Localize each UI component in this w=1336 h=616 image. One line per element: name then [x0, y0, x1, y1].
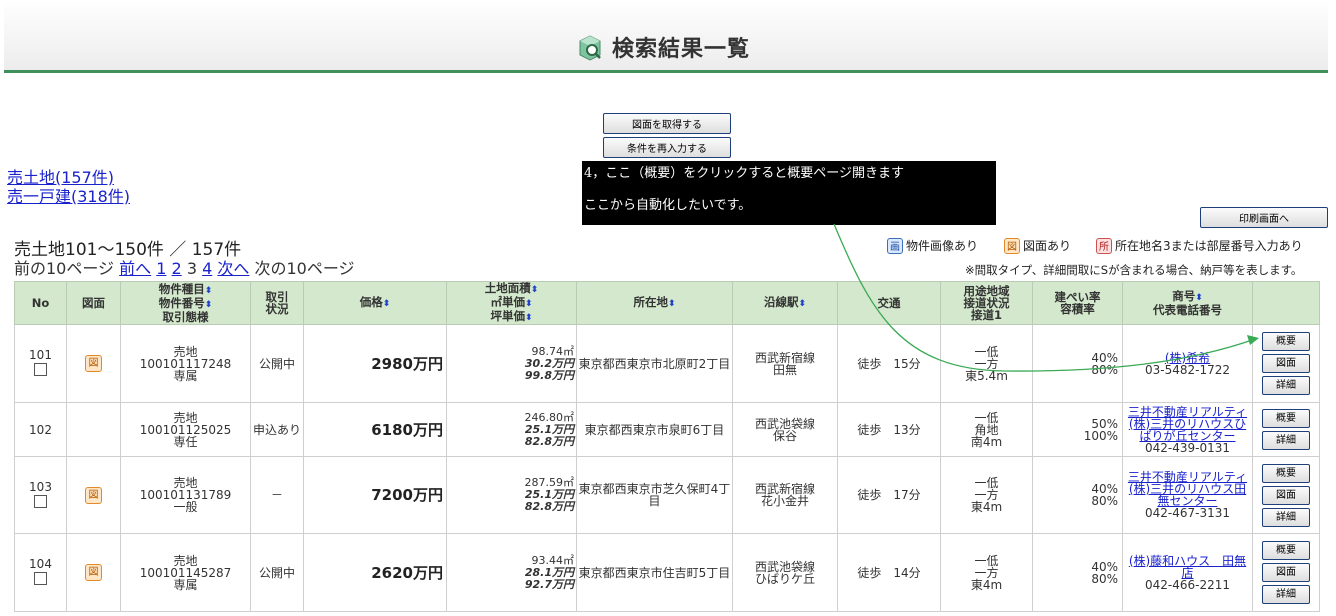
sort-icon: ⬍: [530, 285, 539, 295]
drawing-icon[interactable]: 図: [85, 355, 102, 372]
drawing-icon[interactable]: 図: [85, 486, 102, 504]
sort-icon: ⬍: [1195, 293, 1203, 303]
overview-button[interactable]: 概要: [1262, 409, 1310, 428]
header-area[interactable]: 土地面積⬍ ㎡単価⬍ 坪単価⬍: [446, 281, 577, 325]
sort-icon: ⬍: [524, 299, 533, 309]
drawing-available-icon: 図: [1004, 237, 1020, 254]
header-access: 交通: [837, 281, 941, 325]
legend-drawing-label: 図面あり: [1023, 239, 1072, 253]
header-price[interactable]: 価格⬍: [303, 281, 447, 325]
detail-button[interactable]: 詳細: [1262, 507, 1310, 527]
header-ratio: 建ぺい率 容積率: [1032, 281, 1123, 325]
detail-button[interactable]: 詳細: [1262, 431, 1310, 450]
pager-next-link[interactable]: 次へ: [217, 259, 249, 278]
overview-button[interactable]: 概要: [1262, 332, 1310, 351]
legend-address-label: 所在地名3または部屋番号入力あり: [1115, 239, 1303, 253]
category-link-house[interactable]: 売一戸建(318件): [7, 183, 130, 207]
header-shop[interactable]: 商号⬍ 代表電話番号: [1122, 281, 1253, 325]
pager-page-2[interactable]: 2: [172, 259, 182, 278]
legend-drawing: 図 図面あり: [1004, 237, 1071, 254]
pager-page-1[interactable]: 1: [156, 259, 166, 278]
header-address[interactable]: 所在地⬍: [576, 281, 733, 325]
sort-icon: ⬍: [667, 299, 676, 309]
shop-link[interactable]: 三井不動産リアルティ(株)三井のリハウス田無センター: [1128, 470, 1247, 508]
page-title-area: 検索結果一覧: [576, 30, 750, 64]
detail-button[interactable]: 詳細: [1262, 585, 1310, 604]
pager-next10: 次の10ページ: [254, 259, 355, 278]
reenter-conditions-button[interactable]: 条件を再入力する: [603, 137, 731, 158]
sort-icon: ⬍: [382, 299, 391, 309]
pager-current-page: 3: [186, 259, 197, 278]
annotation-note: 4，ここ（概要）をクリックすると概要ページ開きます ここから自動化したいです。: [582, 161, 996, 225]
row-checkbox[interactable]: [34, 494, 47, 508]
table-row: 104 図 売地 100101145287 専属 公開中 2620万円 93.44㎡…: [14, 533, 1320, 612]
header-station[interactable]: 沿線駅⬍: [732, 281, 838, 325]
pager-prev10: 前の10ページ: [14, 259, 115, 278]
sort-icon: ⬍: [204, 286, 213, 296]
overview-button[interactable]: 概要: [1262, 463, 1310, 483]
legend-address: 所 所在地名3または部屋番号入力あり: [1096, 237, 1303, 254]
header-kind[interactable]: 物件種目⬍ 物件番号⬍ 取引態様: [120, 281, 251, 325]
footnote: ※間取タイプ、詳細間取にSが含まれる場合、納戸等を表します。: [965, 263, 1303, 277]
search-results-icon: [579, 35, 601, 61]
shop-link[interactable]: (株)藤和ハウス 田無店: [1129, 554, 1246, 580]
table-row: 102 売地 100101125025 専任 申込あり 6180万円 246.80㎡…: [14, 402, 1320, 457]
results-table: No 図面 物件種目⬍ 物件番号⬍ 取引態様 取引 状況 価格⬍ 土地面積⬍ ㎡単…: [14, 281, 1320, 612]
table-row: 101 図 売地 100101117248 専属 公開中 2980万円 98.74㎡…: [14, 324, 1320, 403]
drawing-button[interactable]: 図面: [1262, 485, 1310, 505]
header-actions: [1252, 281, 1320, 325]
table-row: 103 図 売地 100101131789 一般 － 7200万円 287.59㎡ 2…: [14, 456, 1320, 534]
get-drawings-button[interactable]: 図面を取得する: [603, 113, 731, 134]
drawing-button[interactable]: 図面: [1262, 563, 1310, 582]
row-checkbox[interactable]: [34, 572, 47, 585]
annotation-line-1: 4，ここ（概要）をクリックすると概要ページ開きます: [584, 166, 905, 181]
legend-image-label: 物件画像あり: [906, 239, 979, 253]
drawing-button[interactable]: 図面: [1262, 354, 1310, 373]
sort-icon: ⬍: [524, 313, 533, 323]
row-checkbox[interactable]: [34, 363, 47, 376]
header-divider: [4, 70, 1328, 73]
address-info-icon: 所: [1096, 237, 1112, 254]
annotation-line-2: ここから自動化したいです。: [584, 198, 752, 213]
sort-icon: ⬍: [204, 300, 213, 310]
legend-image: 画 物件画像あり: [887, 237, 978, 254]
header-status: 取引 状況: [250, 281, 304, 325]
header-no: No: [14, 281, 67, 325]
shop-link[interactable]: 三井不動産リアルティ(株)三井のリハウスひばりが丘センター: [1128, 405, 1247, 443]
header-zumen: 図面: [66, 281, 121, 325]
header-zoning: 用途地域 接道状況 接道1: [940, 281, 1033, 325]
detail-button[interactable]: 詳細: [1262, 376, 1310, 395]
pager-page-4[interactable]: 4: [202, 259, 212, 278]
pager-prev-link[interactable]: 前へ: [119, 259, 151, 278]
image-available-icon: 画: [887, 237, 903, 254]
pager: 前の10ページ 前へ 1 2 3 4 次へ 次の10ページ: [14, 255, 355, 279]
drawing-icon[interactable]: 図: [85, 564, 102, 581]
sort-icon: ⬍: [798, 299, 807, 309]
table-header-row: No 図面 物件種目⬍ 物件番号⬍ 取引態様 取引 状況 価格⬍ 土地面積⬍ ㎡単…: [14, 281, 1320, 325]
page-title: 検索結果一覧: [612, 37, 751, 62]
print-view-button[interactable]: 印刷画面へ: [1200, 207, 1328, 228]
overview-button[interactable]: 概要: [1262, 541, 1310, 560]
